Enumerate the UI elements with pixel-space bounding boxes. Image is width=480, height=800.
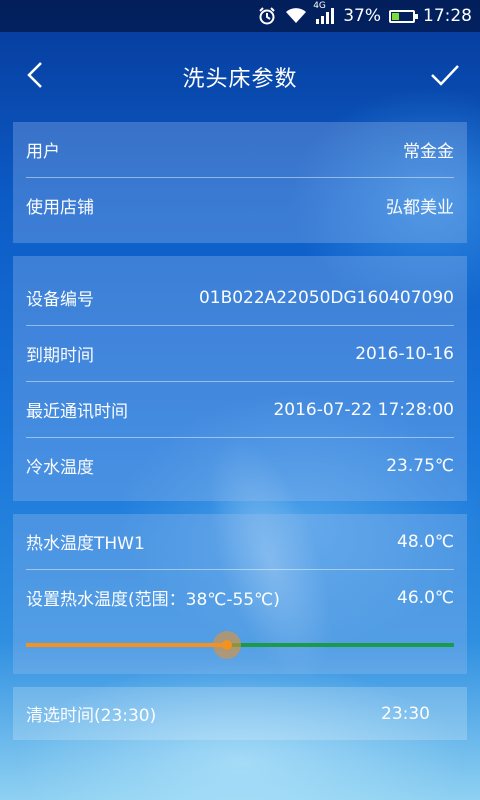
- last-comm-value: 2016-07-22 17:28:00: [273, 399, 454, 420]
- signal-icon: 4G: [313, 1, 335, 25]
- set-temp-value: 46.0℃: [397, 587, 454, 608]
- chevron-left-icon: [27, 62, 42, 88]
- check-icon: [431, 65, 459, 86]
- slider-track-remaining[interactable]: [227, 643, 454, 647]
- cleaning-time-card[interactable]: 清选时间(23:30) 23:30: [13, 687, 467, 740]
- back-button[interactable]: [20, 60, 50, 90]
- nav-bar: 洗头床参数: [0, 32, 480, 122]
- battery-percent: 37%: [343, 6, 381, 26]
- clock-time: 17:28: [423, 6, 472, 26]
- info-row-user: 用户 常金金: [26, 122, 454, 178]
- alarm-icon: [257, 6, 277, 26]
- store-label: 使用店铺: [26, 198, 94, 218]
- slider-thumb-dot: [222, 640, 233, 650]
- info-row-thw1: 热水温度THW1 48.0℃: [26, 514, 454, 570]
- app-screen: 4G 37% 17:28 洗头床参数 用户 常金金 使用店铺 弘都美业 设备编号…: [0, 0, 480, 800]
- cleaning-time-value: 23:30: [381, 703, 430, 724]
- cold-water-value: 23.75℃: [386, 455, 454, 476]
- user-info-card: 用户 常金金 使用店铺 弘都美业: [13, 122, 467, 243]
- page-title: 洗头床参数: [182, 67, 298, 92]
- battery-icon: [389, 9, 418, 23]
- hot-water-card: 热水温度THW1 48.0℃ 设置热水温度(范围：38℃-55℃) 46.0℃: [13, 514, 467, 674]
- device-id-label: 设备编号: [26, 290, 94, 310]
- expiry-label: 到期时间: [26, 346, 94, 366]
- last-comm-label: 最近通讯时间: [26, 402, 128, 422]
- expiry-value: 2016-10-16: [355, 343, 454, 364]
- slider-thumb[interactable]: [213, 631, 242, 659]
- cleaning-time-label: 清选时间(23:30): [26, 706, 157, 726]
- info-row-set-temp: 设置热水温度(范围：38℃-55℃) 46.0℃: [26, 570, 454, 625]
- status-bar: 4G 37% 17:28: [0, 0, 480, 32]
- thw1-value: 48.0℃: [397, 531, 454, 552]
- info-row-cleaning-time[interactable]: 清选时间(23:30) 23:30: [26, 687, 454, 740]
- network-type-label: 4G: [313, 1, 326, 11]
- device-id-value: 01B022A22050DG160407090: [198, 287, 454, 308]
- user-value: 常金金: [403, 142, 454, 162]
- store-value: 弘都美业: [386, 198, 454, 218]
- cold-water-label: 冷水温度: [26, 458, 94, 478]
- user-label: 用户: [26, 142, 60, 162]
- info-row-device-id: 设备编号 01B022A22050DG160407090: [26, 270, 454, 326]
- info-row-expiry: 到期时间 2016-10-16: [26, 326, 454, 382]
- set-temp-label: 设置热水温度(范围：38℃-55℃): [26, 590, 280, 610]
- thw1-label: 热水温度THW1: [26, 534, 145, 554]
- device-info-card: 设备编号 01B022A22050DG160407090 到期时间 2016-1…: [13, 256, 467, 501]
- slider-track-filled[interactable]: [26, 643, 228, 647]
- info-row-last-comm: 最近通讯时间 2016-07-22 17:28:00: [26, 382, 454, 438]
- info-row-cold-water: 冷水温度 23.75℃: [26, 438, 454, 493]
- confirm-button[interactable]: [428, 60, 462, 90]
- info-row-store[interactable]: 使用店铺 弘都美业: [26, 178, 454, 233]
- wifi-icon: [285, 7, 307, 25]
- temperature-slider[interactable]: [13, 625, 467, 665]
